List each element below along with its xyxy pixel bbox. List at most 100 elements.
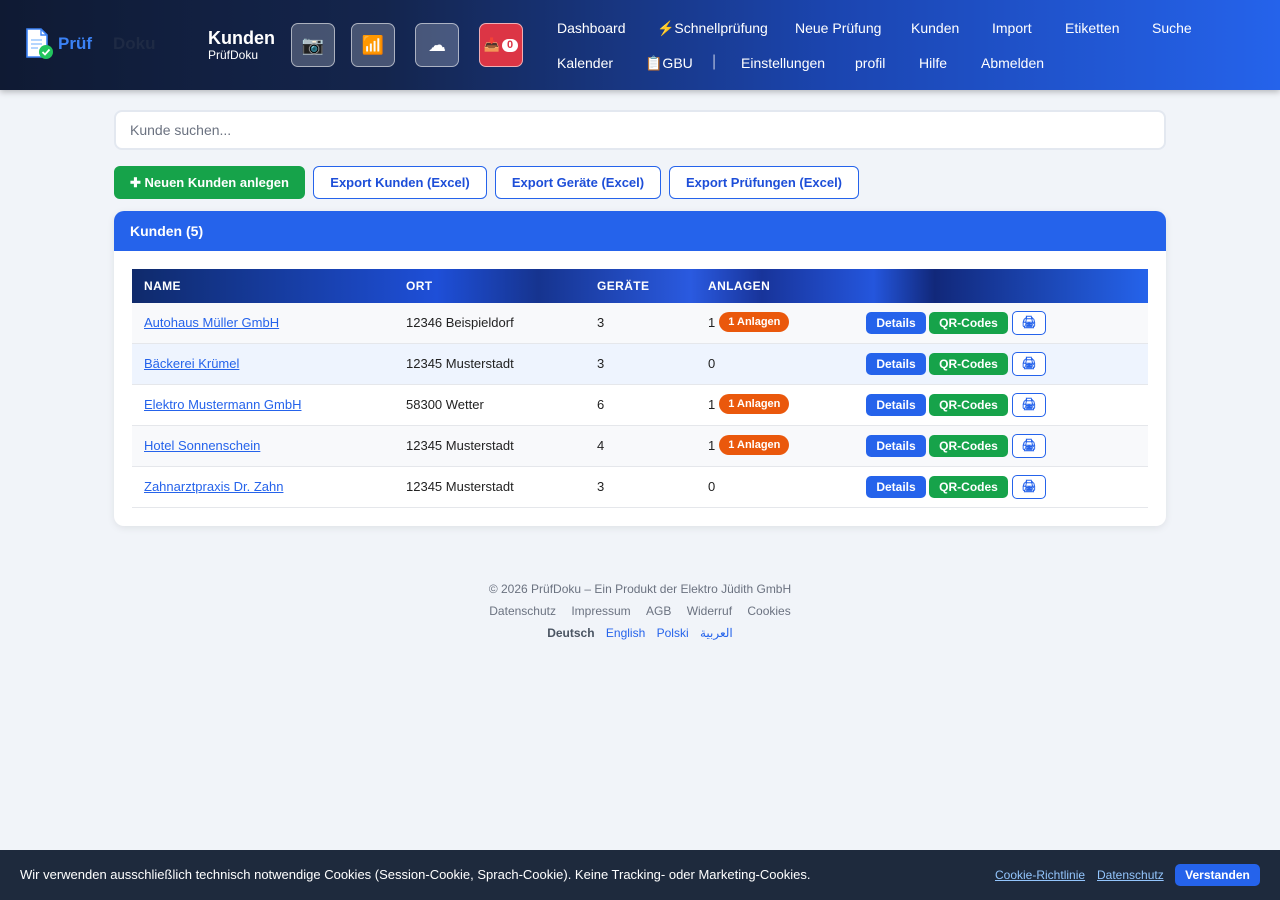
customer-ort: 12345 Musterstadt — [406, 356, 514, 371]
nav-neue-pruefung[interactable]: Neue Prüfung — [795, 20, 881, 36]
anlagen-badge[interactable]: 1 Anlagen — [719, 393, 790, 414]
customer-name-link[interactable]: Elektro Mustermann GmbH — [144, 397, 302, 412]
export-devices-button[interactable]: Export Geräte (Excel) — [495, 166, 661, 199]
column-header-anlagen[interactable]: ANLAGEN — [708, 269, 770, 303]
footer-link-datenschutz[interactable]: Datenschutz — [489, 604, 556, 618]
customer-ort: 12345 Musterstadt — [406, 479, 514, 494]
customer-anlagen: 1 — [708, 438, 716, 453]
document-check-icon — [24, 28, 54, 60]
column-header-ort[interactable]: ORT — [406, 269, 433, 303]
qr-codes-button[interactable]: QR-Codes — [929, 435, 1008, 457]
footer-copyright: © 2026 PrüfDoku – Ein Produkt der Elektr… — [488, 582, 792, 596]
customer-search-input[interactable] — [114, 110, 1166, 150]
cookie-message: Wir verwenden ausschließlich technisch n… — [20, 867, 811, 882]
print-button[interactable]: 🖨 — [1012, 311, 1046, 335]
customer-ort: 12345 Musterstadt — [406, 438, 514, 453]
customers-card: Kunden (5) NAME ORT GERÄTE ANLAGEN Autoh… — [114, 211, 1166, 526]
customer-geraete: 4 — [597, 438, 605, 453]
language-deutsch[interactable]: Deutsch — [547, 626, 594, 640]
signal-icon: 📶 — [361, 34, 385, 55]
nav-kalender[interactable]: Kalender — [557, 55, 613, 71]
nav-einstellungen[interactable]: Einstellungen — [741, 55, 825, 71]
customer-ort: 58300 Wetter — [406, 397, 484, 412]
language-english[interactable]: English — [606, 626, 645, 640]
customer-anlagen: 0 — [708, 356, 716, 371]
nav-kunden[interactable]: Kunden — [911, 20, 959, 36]
camera-button[interactable]: 📷 — [291, 23, 335, 67]
print-button[interactable]: 🖨 — [1012, 475, 1046, 499]
anlagen-badge[interactable]: 1 Anlagen — [719, 434, 790, 455]
new-customer-button[interactable]: ✚ Neuen Kunden anlegen — [114, 166, 305, 199]
table-row: Bäckerei Krümel 12345 Musterstadt 3 0 De… — [132, 344, 1148, 385]
nav-schnellpruefung[interactable]: ⚡Schnellprüfung — [657, 20, 768, 37]
printer-icon: 🖨 — [1021, 356, 1037, 370]
nav-separator: | — [712, 53, 717, 70]
nav-dashboard[interactable]: Dashboard — [557, 20, 626, 36]
signal-button[interactable]: 📶 — [351, 23, 395, 67]
qr-codes-button[interactable]: QR-Codes — [929, 353, 1008, 375]
qr-codes-button[interactable]: QR-Codes — [929, 476, 1008, 498]
cookie-banner: Wir verwenden ausschließlich technisch n… — [0, 850, 1280, 900]
customer-name-link[interactable]: Hotel Sonnenschein — [144, 438, 260, 453]
language-switcher: Deutsch English Polski العربية — [0, 626, 1280, 640]
logo-text-pruef: Prüf — [58, 34, 92, 53]
language-arabic[interactable]: العربية — [700, 626, 733, 640]
cookie-policy-link[interactable]: Cookie-Richtlinie — [995, 868, 1085, 882]
nav-hilfe[interactable]: Hilfe — [919, 55, 947, 71]
inbox-button[interactable]: 📥 0 — [479, 23, 523, 67]
customer-name-link[interactable]: Bäckerei Krümel — [144, 356, 239, 371]
customer-name-link[interactable]: Zahnarztpraxis Dr. Zahn — [144, 479, 283, 494]
print-button[interactable]: 🖨 — [1012, 434, 1046, 458]
footer-link-widerruf[interactable]: Widerruf — [687, 604, 732, 618]
printer-icon: 🖨 — [1021, 397, 1037, 411]
table-row: Elektro Mustermann GmbH 58300 Wetter 6 1… — [132, 385, 1148, 426]
export-customers-button[interactable]: Export Kunden (Excel) — [313, 166, 487, 199]
page-subtitle: PrüfDoku — [208, 48, 259, 62]
nav-profil[interactable]: profil — [855, 55, 885, 71]
details-button[interactable]: Details — [866, 435, 926, 457]
language-polski[interactable]: Polski — [657, 626, 689, 640]
qr-codes-button[interactable]: QR-Codes — [929, 312, 1008, 334]
cookie-privacy-link[interactable]: Datenschutz — [1097, 868, 1164, 882]
camera-icon: 📷 — [301, 34, 325, 55]
customer-geraete: 3 — [597, 315, 605, 330]
details-button[interactable]: Details — [866, 394, 926, 416]
footer-link-impressum[interactable]: Impressum — [571, 604, 630, 618]
cloud-sync-button[interactable]: ☁ — [415, 23, 459, 67]
cookie-accept-button[interactable]: Verstanden — [1175, 864, 1260, 886]
print-button[interactable]: 🖨 — [1012, 393, 1046, 417]
nav-gbu[interactable]: 📋GBU — [645, 55, 693, 72]
nav-import[interactable]: Import — [992, 20, 1032, 36]
printer-icon: 🖨 — [1021, 315, 1037, 329]
nav-etiketten[interactable]: Etiketten — [1065, 20, 1119, 36]
export-tests-button[interactable]: Export Prüfungen (Excel) — [669, 166, 859, 199]
nav-suche[interactable]: Suche — [1152, 20, 1192, 36]
app-logo[interactable]: Prüf Doku — [24, 28, 156, 60]
details-button[interactable]: Details — [866, 312, 926, 334]
footer-link-cookies[interactable]: Cookies — [747, 604, 790, 618]
customer-anlagen: 1 — [708, 397, 716, 412]
customer-anlagen: 0 — [708, 479, 716, 494]
inbox-icon: 📥 — [483, 37, 501, 52]
logo-text-doku: Doku — [113, 34, 156, 53]
table-row: Zahnarztpraxis Dr. Zahn 12345 Musterstad… — [132, 467, 1148, 508]
page-heading: Kunden PrüfDoku — [208, 28, 275, 63]
customers-card-title: Kunden (5) — [114, 211, 1166, 251]
nav-abmelden[interactable]: Abmelden — [981, 55, 1044, 71]
footer-link-agb[interactable]: AGB — [646, 604, 671, 618]
column-header-geraete[interactable]: GERÄTE — [597, 269, 649, 303]
qr-codes-button[interactable]: QR-Codes — [929, 394, 1008, 416]
cloud-icon: ☁ — [428, 34, 446, 55]
customer-geraete: 3 — [597, 479, 605, 494]
anlagen-badge[interactable]: 1 Anlagen — [719, 311, 790, 332]
table-header: NAME ORT GERÄTE ANLAGEN — [132, 269, 1148, 303]
details-button[interactable]: Details — [866, 353, 926, 375]
customer-geraete: 3 — [597, 356, 605, 371]
print-button[interactable]: 🖨 — [1012, 352, 1046, 376]
printer-icon: 🖨 — [1021, 479, 1037, 493]
details-button[interactable]: Details — [866, 476, 926, 498]
column-header-name[interactable]: NAME — [144, 269, 181, 303]
table-row: Autohaus Müller GmbH 12346 Beispieldorf … — [132, 303, 1148, 344]
page-title: Kunden — [208, 28, 275, 48]
customer-name-link[interactable]: Autohaus Müller GmbH — [144, 315, 279, 330]
